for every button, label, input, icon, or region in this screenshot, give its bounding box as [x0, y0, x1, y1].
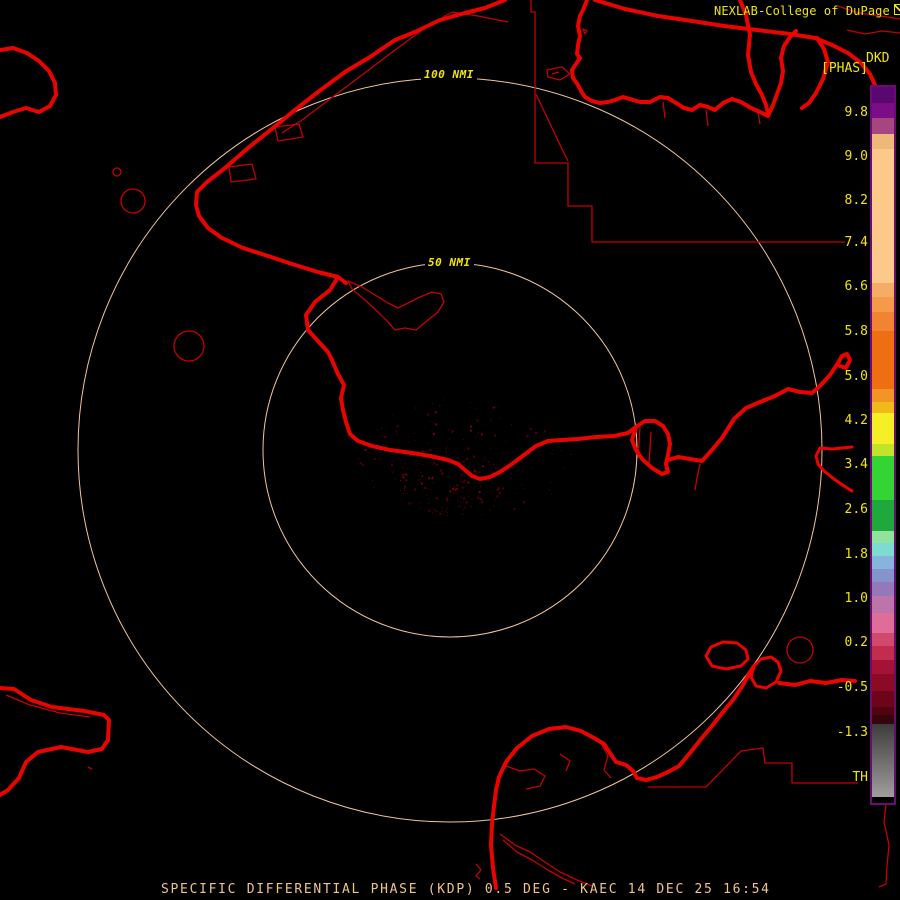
colorbar-label: 7.4: [844, 235, 868, 250]
colorbar-segment: [872, 797, 894, 803]
river-blob-2: [648, 431, 652, 465]
colorbar-segment: [872, 582, 894, 596]
colorbar-segment: [872, 134, 894, 149]
product-units: [PHAS]: [821, 61, 868, 76]
colorbar-segment: [872, 297, 894, 312]
colorbar-label: 8.2: [844, 193, 868, 208]
colorbar-segment: [872, 569, 894, 582]
bay-outline: [347, 280, 445, 331]
colorbar-segment: [872, 402, 894, 413]
dome-inner-2: [559, 753, 571, 772]
lake-dome-bottom: [489, 664, 756, 890]
colorbar-segment: [872, 413, 894, 444]
river-tail: [694, 463, 701, 491]
colorbar-segment: [872, 456, 894, 500]
colorbar-label: 2.6: [844, 502, 868, 517]
colorbar-segment: [872, 531, 894, 543]
peninsula-bottomleft: [0, 686, 111, 797]
colorbar-segment: [872, 691, 894, 707]
radar-map-canvas: [0, 0, 900, 890]
colorbar-segment: [872, 596, 894, 613]
range-ring-50nmi: [262, 262, 638, 638]
colorbar-label: 1.0: [844, 591, 868, 606]
colorbar-label: 1.8: [844, 547, 868, 562]
colorbar-segment: [872, 444, 894, 456]
colorbar-label: 5.8: [844, 324, 868, 339]
colorbar-segment: [872, 613, 894, 633]
colorbar-segment: [872, 707, 894, 715]
colorbar-label: 9.8: [844, 105, 868, 120]
colorbar-label: 5.0: [844, 369, 868, 384]
colorbar-segment: [872, 118, 894, 134]
colorbar-label: 6.6: [844, 279, 868, 294]
colorbar-segment: [872, 87, 894, 103]
colorbar-segment: [872, 312, 894, 331]
range-ring-label-50nmi: 50 NMI: [425, 256, 474, 270]
barrier-island-2: [228, 163, 257, 183]
colorbar-segments: [872, 87, 894, 803]
islet-tick-1: [662, 101, 666, 119]
dome-river-1: [499, 833, 593, 887]
colorbar-label: 4.2: [844, 413, 868, 428]
colorbar-label: 9.0: [844, 149, 868, 164]
colorbar-label: 0.2: [844, 635, 868, 650]
colorbar-segment: [872, 715, 894, 724]
radar-display: 100 NMI 50 NMI NEXLAB-College of DuPage …: [0, 0, 900, 900]
coastline-central: [304, 275, 630, 481]
status-bar-text: SPECIFIC DIFFERENTIAL PHASE (KDP) 0.5 DE…: [161, 882, 771, 897]
colorbar: [870, 85, 896, 805]
colorbar-label: TH: [852, 770, 868, 785]
island-topleft: [0, 46, 58, 119]
peninsula-dot: [87, 766, 93, 770]
colorbar-label: -0.5: [836, 680, 868, 695]
colorbar-segment: [872, 724, 894, 797]
dome-river-2: [502, 839, 576, 885]
range-ring-label-100nmi: 100 NMI: [421, 68, 477, 82]
map-coastlines-thick: [0, 0, 879, 890]
colorbar-segment: [872, 633, 894, 646]
colorbar-segment: [872, 543, 894, 556]
colorbar-label: -1.3: [836, 725, 868, 740]
colorbar-segment: [872, 331, 894, 389]
barrier-island-1: [274, 123, 304, 142]
coastline-east: [666, 352, 852, 463]
colorbar-segment: [872, 389, 894, 402]
colorbar-segment: [872, 674, 894, 691]
dome-inner-1: [505, 765, 546, 790]
lake-circle-3: [786, 636, 814, 664]
county-boundary-top-diagonal: [535, 93, 569, 162]
brand-text: NEXLAB-College of DuPage: [714, 4, 890, 18]
lake-circle-small: [112, 167, 122, 177]
colorbar-segment: [872, 103, 894, 118]
colorbar-segment: [872, 149, 894, 283]
line-below-colorbar: [878, 804, 890, 888]
lake-circle-1: [120, 188, 146, 214]
islet-tick-2: [705, 109, 709, 127]
map-detail-thin: [5, 0, 900, 888]
colorbar-segment: [872, 646, 894, 660]
brand-header: NEXLAB-College of DuPage: [714, 4, 900, 18]
product-code: DKD: [866, 51, 890, 66]
radar-echo-speckles: [357, 399, 572, 517]
dome-squiggle: [475, 863, 482, 880]
colorbar-segment: [872, 500, 894, 531]
coastline-thin-topright-2: [846, 29, 900, 35]
colorbar-segment: [872, 556, 894, 569]
lake-circle-2: [173, 330, 205, 362]
colorbar-label: 3.4: [844, 457, 868, 472]
window-diagonal-icon: [893, 4, 900, 15]
colorbar-segment: [872, 283, 894, 297]
island-oval-bottomright: [704, 640, 750, 671]
island-loop-central: [626, 419, 672, 476]
islet-cluster: [546, 66, 571, 81]
islet-dot: [582, 28, 588, 35]
colorbar-segment: [872, 660, 894, 674]
